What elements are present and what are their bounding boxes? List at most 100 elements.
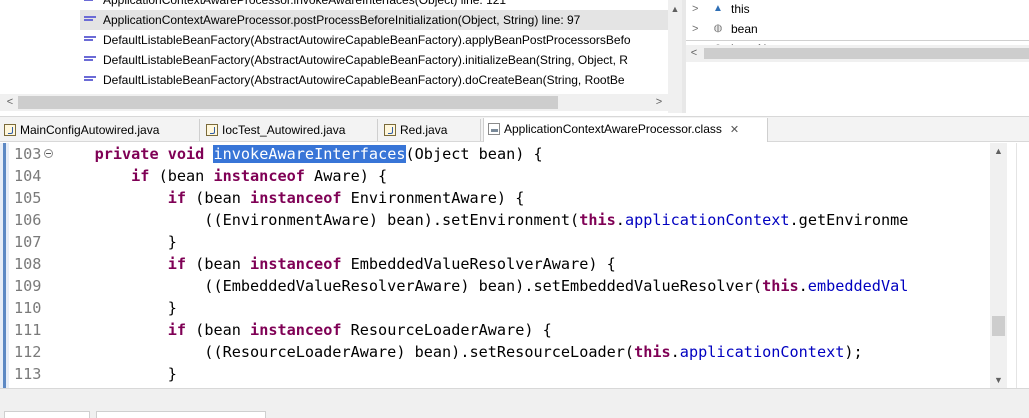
variable-name: bean [731,22,758,36]
stack-frame-label: DefaultListableBeanFactory(AbstractAutow… [103,73,625,87]
collapse-icon[interactable] [44,149,53,158]
editor-tab[interactable]: MainConfigAutowired.java [0,119,200,141]
code-token: EnvironmentAware) { [341,189,525,207]
line-number: 108 [14,255,42,273]
scroll-down-arrow-icon[interactable]: ▼ [990,372,1007,388]
stack-hscroll-thumb[interactable] [18,96,558,109]
tab-label: IocTest_Autowired.java [222,123,346,137]
code-token: ((EmbeddedValueResolverAware) bean).setE… [58,277,763,295]
code-text: if (bean instanceof EmbeddedValueResolve… [58,253,616,275]
editor-tab[interactable]: IocTest_Autowired.java [202,119,378,141]
stack-frame-icon [84,16,96,24]
editor-tab[interactable]: Red.java [380,119,481,141]
code-text: } [58,363,177,385]
scroll-right-arrow-icon[interactable]: > [651,94,667,111]
scroll-up-arrow-icon[interactable]: ▲ [668,2,682,16]
bottom-tab-stub[interactable] [96,411,266,418]
stack-frame-row[interactable]: DefaultListableBeanFactory(AbstractAutow… [80,30,668,50]
line-number: 112 [14,343,42,361]
keyword-token: if [131,167,150,185]
line-number: 106 [14,211,42,229]
variables-horizontal-scrollbar[interactable]: < [686,45,1029,62]
code-line[interactable]: 105 if (bean instanceof EnvironmentAware… [0,187,990,209]
code-line[interactable]: 109 ((EmbeddedValueResolverAware) bean).… [0,275,990,297]
line-number: 109 [14,277,42,295]
keyword-token: instanceof [250,189,342,207]
expand-arrow-icon[interactable]: > [692,0,702,19]
keyword-token: private [94,145,159,163]
editor-vscroll-thumb[interactable] [992,316,1005,336]
scroll-left-arrow-icon[interactable]: < [686,45,702,62]
code-line[interactable]: 103 private void invokeAwareInterfaces(O… [0,143,990,165]
stack-frame-row[interactable]: ApplicationContextAwareProcessor.postPro… [80,10,668,30]
code-token: ); [844,343,863,361]
code-line[interactable]: 111 if (bean instanceof ResourceLoaderAw… [0,319,990,341]
code-editor[interactable]: 103 private void invokeAwareInterfaces(O… [0,143,1029,388]
java-file-icon [4,124,16,136]
expand-arrow-icon[interactable]: > [692,19,702,39]
code-line[interactable]: 110 } [0,297,990,319]
code-token: (Object bean) { [405,145,543,163]
code-text: ((EmbeddedValueResolverAware) bean).setE… [58,275,908,297]
close-icon[interactable]: ✕ [730,124,739,136]
code-text: if (bean instanceof ResourceLoaderAware)… [58,319,552,341]
tab-label: MainConfigAutowired.java [20,123,160,137]
stack-frame-row[interactable]: DefaultListableBeanFactory(AbstractAutow… [80,50,668,70]
stack-frame-icon [84,0,96,4]
stack-frame-list: ApplicationContextAwareProcessor.invokeA… [0,0,668,94]
code-token: } [58,233,177,251]
editor-tab[interactable]: ApplicationContextAwareProcessor.class ✕ [483,118,768,142]
code-line[interactable]: 113 } [0,363,990,385]
keyword-token: this [579,211,616,229]
field-token: embeddedVal [807,277,909,295]
code-text: } [58,231,177,253]
tab-label: Red.java [400,123,448,137]
code-text: if (bean instanceof EnvironmentAware) { [58,187,525,209]
code-text: ((EnvironmentAware) bean).setEnvironment… [58,209,908,231]
stack-frame-label: ApplicationContextAwareProcessor.invokeA… [103,0,507,7]
code-token: Aware) { [304,167,388,185]
tab-label: ApplicationContextAwareProcessor.class [504,122,722,136]
scroll-up-arrow-icon[interactable]: ▲ [990,143,1007,159]
code-token: . [615,211,625,229]
code-line[interactable]: 108 if (bean instanceof EmbeddedValueRes… [0,253,990,275]
code-token: (bean [149,167,214,185]
variable-row[interactable]: > ▲ this [686,0,1029,19]
keyword-token: instanceof [250,321,342,339]
line-number: 111 [14,321,42,339]
variables-divider [686,40,1029,41]
keyword-token: this [762,277,799,295]
variable-row[interactable]: > ◍ bean [686,19,1029,39]
code-text: } [58,297,177,319]
stack-frame-row[interactable]: ApplicationContextAwareProcessor.invokeA… [80,0,668,10]
java-file-icon [384,124,396,136]
editor-vertical-scrollbar[interactable]: ▲ ▼ [990,143,1007,388]
class-file-icon [488,123,500,135]
code-token: } [58,365,177,383]
code-token: . [798,277,808,295]
stack-horizontal-scrollbar[interactable]: < > [0,94,668,111]
variables-hscroll-thumb[interactable] [704,48,1029,59]
code-token: } [58,299,177,317]
stack-frame-icon [84,76,96,84]
line-number: 104 [14,167,42,185]
code-token: .getEnvironme [789,211,909,229]
line-number: 107 [14,233,42,251]
code-line[interactable]: 112 ((ResourceLoaderAware) bean).setReso… [0,341,990,363]
code-line[interactable]: 107 } [0,231,990,253]
selected-method-name[interactable]: invokeAwareInterfaces [213,145,406,163]
bottom-tab-stub[interactable] [4,411,90,418]
stack-frame-row[interactable]: DefaultListableBeanFactory(AbstractAutow… [80,70,668,90]
code-line[interactable]: 104 if (bean instanceof Aware) { [0,165,990,187]
code-token: ((ResourceLoaderAware) bean).setResource… [58,343,635,361]
overview-ruler[interactable] [1016,143,1029,388]
keyword-token: if [167,255,187,273]
keyword-token: if [167,189,187,207]
code-line[interactable]: 106 ((EnvironmentAware) bean).setEnviron… [0,209,990,231]
scroll-left-arrow-icon[interactable]: < [2,94,18,111]
code-text: ((ResourceLoaderAware) bean).setResource… [58,341,863,363]
stack-vertical-scrollbar[interactable]: ▲ [668,0,682,113]
